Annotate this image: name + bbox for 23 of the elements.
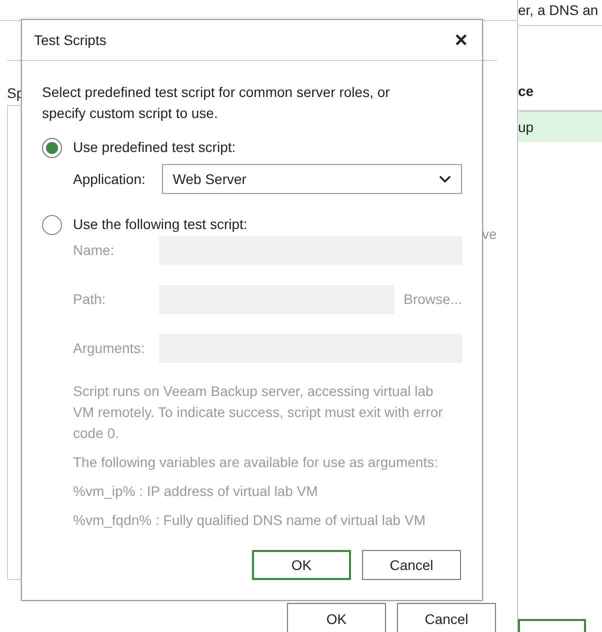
table-row[interactable]: up	[518, 112, 602, 142]
note-text: %vm_ip% : IP address of virtual lab VM	[73, 482, 319, 501]
note-text: Script runs on Veeam Backup server, accessing virtual lab VM remotely. To indicate success, script must exit with error code 0.	[73, 382, 443, 443]
field-label: Name:	[73, 241, 116, 260]
radio-button[interactable]: Use the following test script:	[42, 214, 248, 235]
dialog-button[interactable]: OK	[252, 550, 351, 580]
close-button[interactable]: ✕	[454, 32, 468, 48]
field-label: Application:	[73, 170, 146, 189]
dialog-button[interactable]: OK	[287, 603, 386, 632]
note-text: %vm_fqdn% : Fully qualified DNS name of virtual lab VM	[73, 511, 426, 530]
radio-button[interactable]: Use predefined test script:	[42, 137, 236, 158]
description-text: er, a DNS an	[518, 1, 598, 20]
column-header: ce	[518, 82, 534, 100]
window-title: Test Scripts	[34, 30, 106, 50]
dialog-button[interactable]: Cancel	[362, 550, 461, 580]
dialog-button[interactable]: Cancel	[397, 603, 496, 632]
table-cell-text: ve	[482, 225, 497, 244]
field-label: Arguments:	[73, 339, 146, 358]
field-label: Path:	[73, 290, 107, 309]
chevron-down-icon	[439, 175, 451, 183]
note-text: The following variables are available for use as arguments:	[73, 453, 439, 472]
application-dropdown[interactable]: Web Server	[162, 164, 462, 194]
description-text: Select predefined test script for common server roles, or specify custom script to use.	[42, 83, 391, 123]
